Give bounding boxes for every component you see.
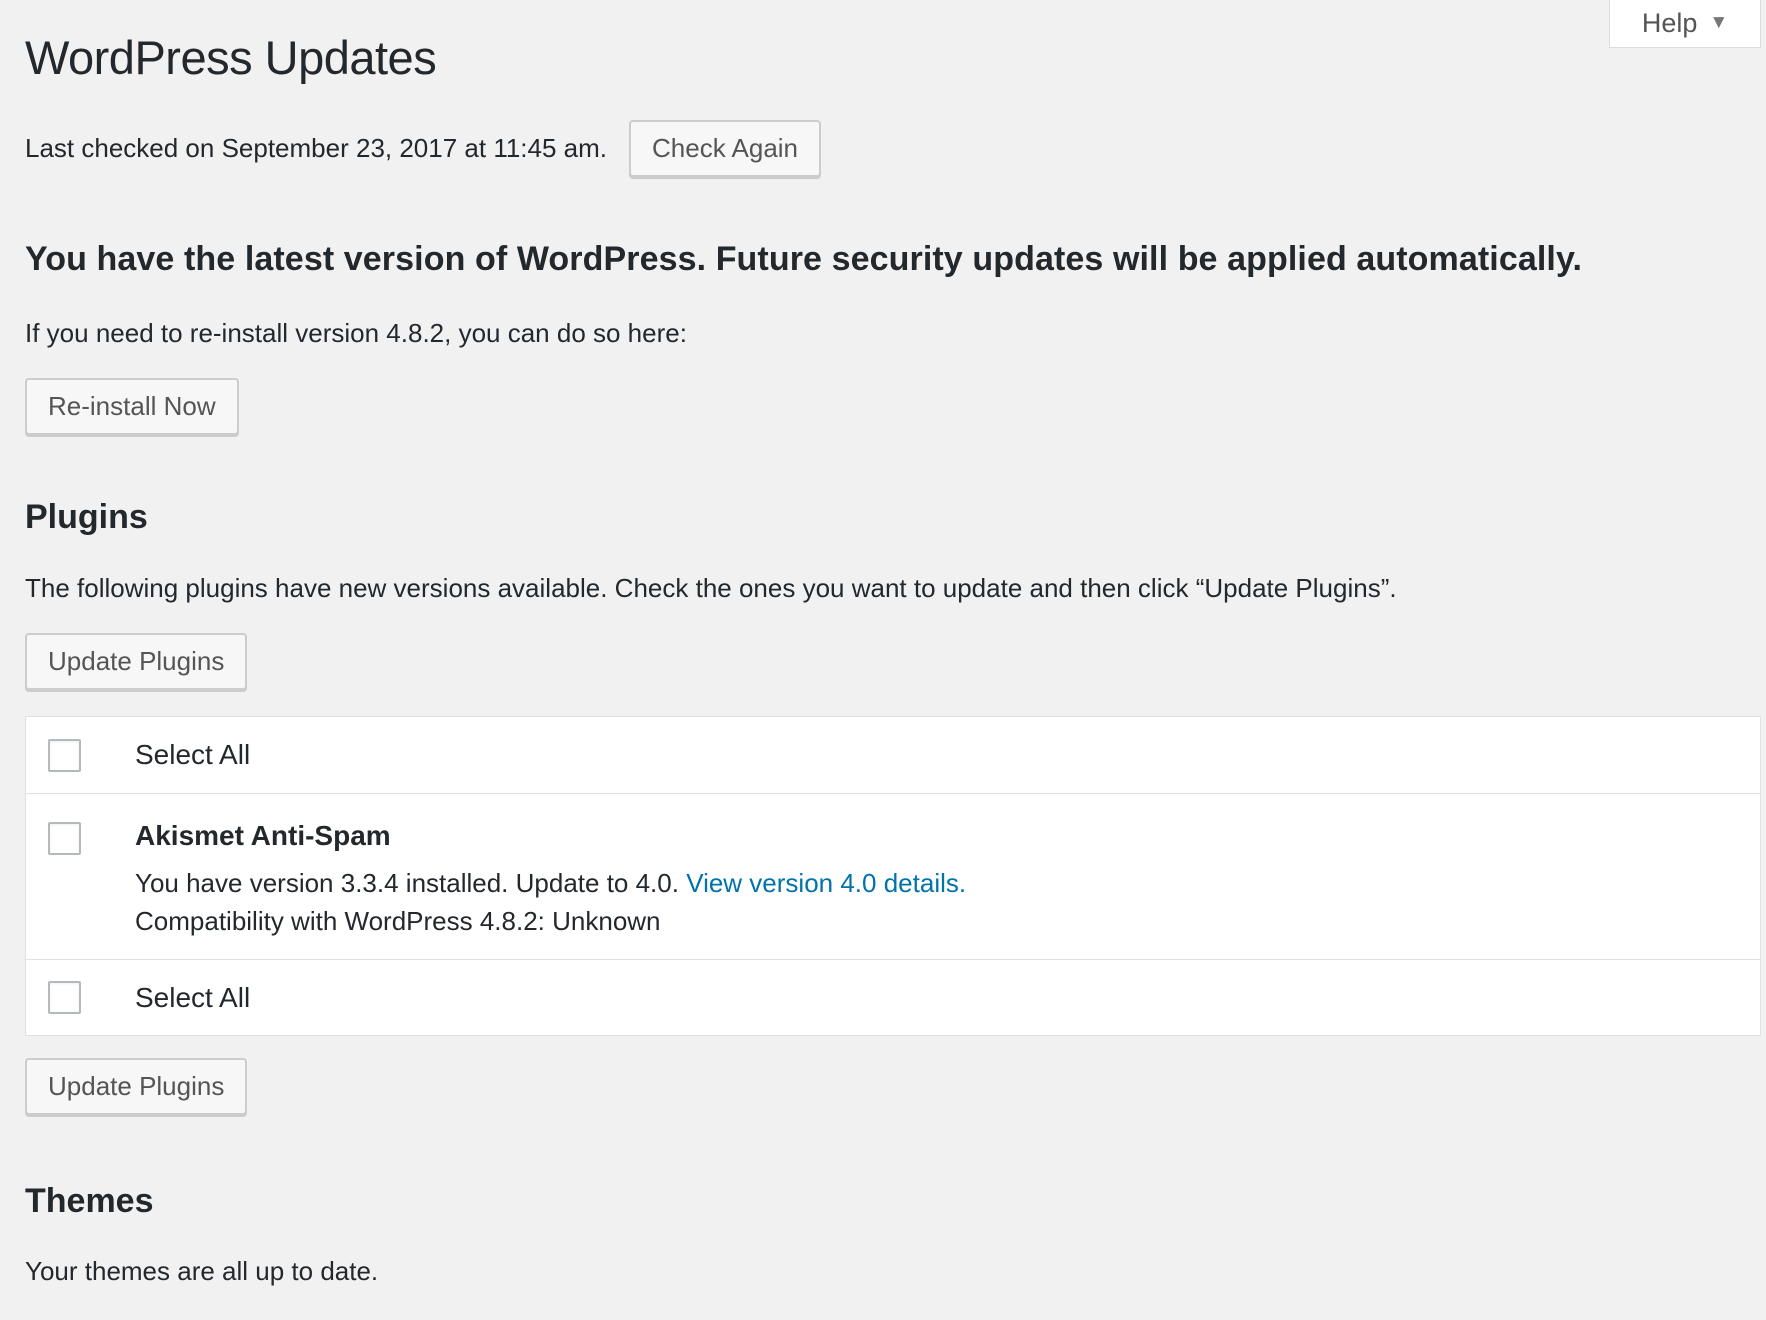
last-checked-text: Last checked on September 23, 2017 at 11… [25, 133, 608, 163]
plugin-compatibility: Compatibility with WordPress 4.8.2: Unkn… [135, 906, 661, 936]
caret-down-icon: ▼ [1709, 11, 1729, 33]
plugin-version-text: You have version 3.3.4 installed. Update… [135, 868, 679, 898]
plugin-version-line: You have version 3.3.4 installed. Update… [135, 864, 966, 902]
plugin-info: Akismet Anti-Spam You have version 3.3.4… [135, 820, 966, 940]
updates-page: Help ▼ WordPress Updates Last checked on… [0, 0, 1766, 1320]
themes-description: Your themes are all up to date. [25, 1256, 379, 1286]
plugins-table: Select All Akismet Anti-Spam You have ve… [25, 716, 1761, 1036]
check-again-button[interactable]: Check Again [629, 120, 822, 177]
plugin-row: Akismet Anti-Spam You have version 3.3.4… [26, 793, 1760, 959]
update-plugins-button-bottom[interactable]: Update Plugins [25, 1058, 248, 1115]
select-all-row-bottom[interactable]: Select All [26, 959, 1760, 1035]
select-all-checkbox-top[interactable] [48, 738, 81, 772]
help-tab-button[interactable]: Help ▼ [1609, 0, 1761, 48]
view-details-link[interactable]: View version 4.0 details. [686, 868, 966, 898]
plugins-description: The following plugins have new versions … [25, 573, 1397, 603]
plugin-name: Akismet Anti-Spam [135, 820, 391, 851]
themes-heading: Themes [25, 1182, 154, 1220]
plugins-heading: Plugins [25, 498, 148, 536]
core-status-heading: You have the latest version of WordPress… [25, 240, 1582, 278]
reinstall-text: If you need to re-install version 4.8.2,… [25, 318, 687, 348]
select-all-row-top[interactable]: Select All [26, 717, 1760, 793]
select-all-label-top: Select All [135, 739, 251, 770]
help-tab-label: Help [1641, 8, 1698, 38]
select-all-label-bottom: Select All [135, 981, 251, 1013]
page-title: WordPress Updates [25, 31, 437, 84]
reinstall-now-button[interactable]: Re-install Now [25, 378, 239, 435]
update-plugins-button-top[interactable]: Update Plugins [25, 633, 248, 690]
last-checked-row: Last checked on September 23, 2017 at 11… [25, 120, 822, 177]
plugin-checkbox-akismet[interactable] [48, 822, 81, 855]
select-all-checkbox-bottom[interactable] [48, 981, 81, 1014]
